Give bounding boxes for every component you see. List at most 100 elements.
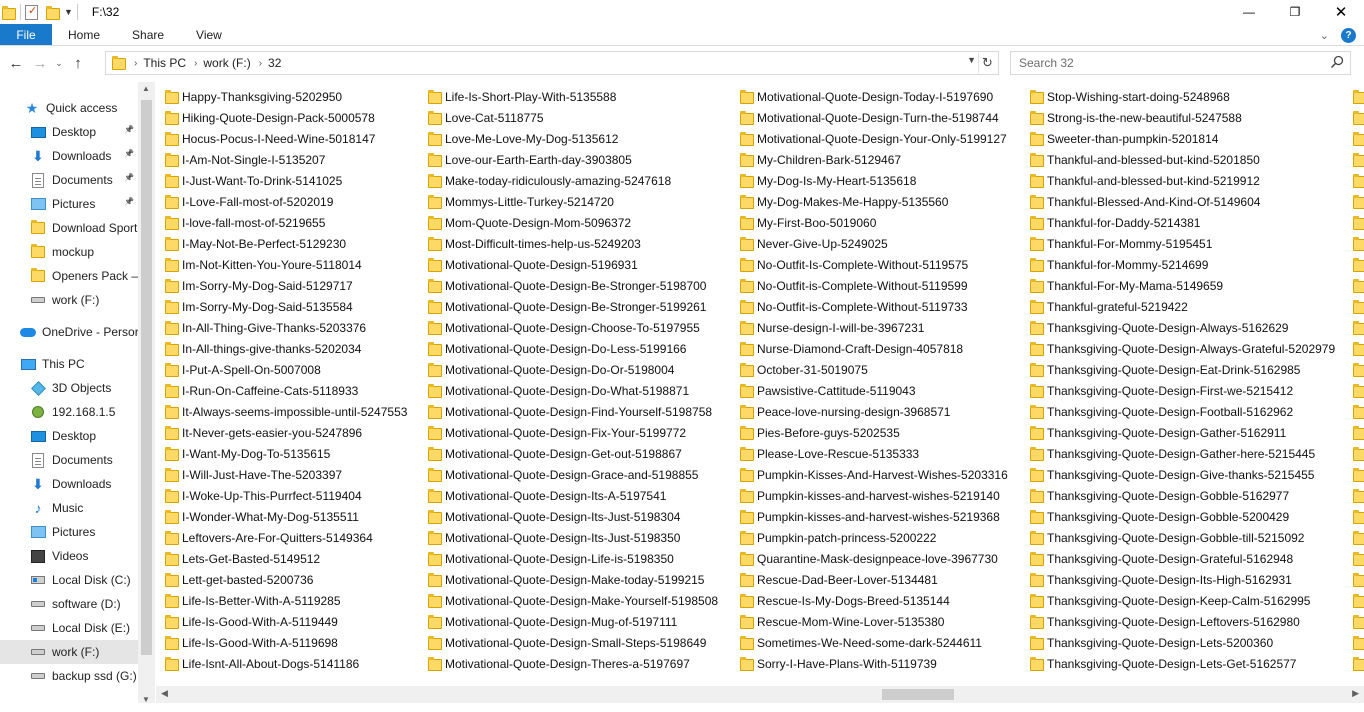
address-history-chevron-icon[interactable]: ▼ (967, 55, 976, 65)
folder-item[interactable]: Stop-Wishing-start-doing-5248968 (1021, 86, 1335, 107)
breadcrumb-chevron-icon[interactable]: › (134, 58, 137, 69)
up-button[interactable]: ↑ (66, 51, 90, 75)
sidebar-item[interactable]: 192.168.1.5 (0, 400, 138, 424)
folder-item[interactable]: Quarantine-Mask-designpeace-love-3967730 (731, 548, 1008, 569)
folder-item[interactable] (1344, 443, 1364, 464)
folder-item[interactable]: Peace-love-nursing-design-3968571 (731, 401, 1008, 422)
folder-item[interactable]: Rescue-Mom-Wine-Lover-5135380 (731, 611, 1008, 632)
maximize-button[interactable]: ❐ (1272, 0, 1318, 24)
sidebar-item[interactable]: ♪ Music (0, 496, 138, 520)
folder-item[interactable]: My-First-Boo-5019060 (731, 212, 1008, 233)
folder-item[interactable]: Thankful-grateful-5219422 (1021, 296, 1335, 317)
folder-item[interactable] (1344, 212, 1364, 233)
folder-item[interactable]: Thanksgiving-Quote-Design-Lets-5200360 (1021, 632, 1335, 653)
folder-item[interactable] (1344, 653, 1364, 674)
breadcrumb-work-drive[interactable]: work (F:) (203, 56, 250, 70)
folder-item[interactable]: Mommys-Little-Turkey-5214720 (419, 191, 718, 212)
folder-item[interactable] (1344, 590, 1364, 611)
folder-item[interactable]: Sweeter-than-pumpkin-5201814 (1021, 128, 1335, 149)
tab-home[interactable]: Home (52, 24, 116, 45)
folder-item[interactable]: Life-Is-Good-With-A-5119449 (156, 611, 407, 632)
folder-item[interactable]: Thankful-and-blessed-but-kind-5201850 (1021, 149, 1335, 170)
folder-item[interactable]: Pumpkin-Kisses-And-Harvest-Wishes-520331… (731, 464, 1008, 485)
folder-item[interactable]: Most-Difficult-times-help-us-5249203 (419, 233, 718, 254)
scrollbar-thumb[interactable] (141, 100, 152, 655)
sidebar-item[interactable]: backup ssd (G:) (0, 664, 138, 688)
breadcrumb-current-folder[interactable]: 32 (268, 56, 281, 70)
folder-item[interactable]: Motivational-Quote-Design-Its-Just-51983… (419, 506, 718, 527)
folder-item[interactable]: Motivational-Quote-Design-Its-Just-51983… (419, 527, 718, 548)
folder-item[interactable]: Motivational-Quote-Design-Choose-To-5197… (419, 317, 718, 338)
folder-item[interactable]: Motivational-Quote-Design-Its-A-5197541 (419, 485, 718, 506)
folder-item[interactable]: Motivational-Quote-Design-Make-today-519… (419, 569, 718, 590)
recent-locations-chevron-icon[interactable]: ⌄ (52, 51, 66, 75)
folder-item[interactable] (1344, 611, 1364, 632)
folder-item[interactable]: I-Wonder-What-My-Dog-5135511 (156, 506, 407, 527)
folder-item[interactable] (1344, 149, 1364, 170)
folder-item[interactable] (1344, 233, 1364, 254)
folder-item[interactable]: I-Just-Want-To-Drink-5141025 (156, 170, 407, 191)
folder-item[interactable]: Thanksgiving-Quote-Design-First-we-52154… (1021, 380, 1335, 401)
folder-item[interactable]: Motivational-Quote-Design-Do-Less-519916… (419, 338, 718, 359)
sidebar-item[interactable]: work (F:) (0, 288, 138, 312)
folder-item[interactable] (1344, 254, 1364, 275)
customize-toolbar-chevron-icon[interactable]: ▼ (64, 7, 73, 17)
folder-item[interactable]: Mom-Quote-Design-Mom-5096372 (419, 212, 718, 233)
folder-item[interactable]: October-31-5019075 (731, 359, 1008, 380)
folder-item[interactable]: Thanksgiving-Quote-Design-Its-High-51629… (1021, 569, 1335, 590)
folder-item[interactable] (1344, 569, 1364, 590)
folder-item[interactable]: Thanksgiving-Quote-Design-Gather-here-52… (1021, 443, 1335, 464)
folder-item[interactable]: Pies-Before-guys-5202535 (731, 422, 1008, 443)
sidebar-item[interactable]: Openers Pack – \ (0, 264, 138, 288)
folder-item[interactable]: My-Dog-Is-My-Heart-5135618 (731, 170, 1008, 191)
folder-item[interactable]: Please-Love-Rescue-5135333 (731, 443, 1008, 464)
scrollbar-thumb[interactable] (882, 689, 954, 700)
folder-item[interactable]: Nurse-Diamond-Craft-Design-4057818 (731, 338, 1008, 359)
sidebar-item[interactable]: This PC (0, 352, 138, 376)
folder-item[interactable]: Thankful-and-blessed-but-kind-5219912 (1021, 170, 1335, 191)
folder-item[interactable]: Thanksgiving-Quote-Design-Give-thanks-52… (1021, 464, 1335, 485)
folder-item[interactable]: Thanksgiving-Quote-Design-Eat-Drink-5162… (1021, 359, 1335, 380)
folder-item[interactable]: Motivational-Quote-Design-Do-What-519887… (419, 380, 718, 401)
folder-item[interactable]: No-Outfit-is-Complete-Without-5119733 (731, 296, 1008, 317)
folder-item[interactable]: Thanksgiving-Quote-Design-Gobble-5200429 (1021, 506, 1335, 527)
refresh-icon[interactable]: ↻ (978, 53, 996, 73)
folder-item[interactable]: Life-Is-Good-With-A-5119698 (156, 632, 407, 653)
search-input[interactable]: Search 32 (1010, 51, 1351, 75)
folder-item[interactable]: Motivational-Quote-Design-Be-Stronger-51… (419, 296, 718, 317)
forward-button[interactable]: → (28, 51, 52, 75)
back-button[interactable]: ← (4, 51, 28, 75)
folder-item[interactable]: My-Dog-Makes-Me-Happy-5135560 (731, 191, 1008, 212)
folder-item[interactable]: Happy-Thanksgiving-5202950 (156, 86, 407, 107)
folder-item[interactable]: Pumpkin-kisses-and-harvest-wishes-521936… (731, 506, 1008, 527)
breadcrumb-chevron-icon[interactable]: › (194, 58, 197, 69)
folder-item[interactable]: Love-Me-Love-My-Dog-5135612 (419, 128, 718, 149)
scroll-right-icon[interactable]: ▶ (1352, 688, 1359, 699)
folder-item[interactable] (1344, 548, 1364, 569)
folder-item[interactable]: Thankful-For-Mommy-5195451 (1021, 233, 1335, 254)
sidebar-item[interactable]: OneDrive - Persor (0, 320, 138, 344)
sidebar-item[interactable]: Pictures 📌 (0, 192, 138, 216)
folder-item[interactable] (1344, 485, 1364, 506)
folder-item[interactable]: Thankful-Blessed-And-Kind-Of-5149604 (1021, 191, 1335, 212)
folder-item[interactable]: Thanksgiving-Quote-Design-Gobble-till-52… (1021, 527, 1335, 548)
sidebar-item[interactable]: ⬇ Downloads (0, 472, 138, 496)
sidebar-item[interactable]: Documents 📌 (0, 168, 138, 192)
sidebar-item[interactable]: ⬇ Downloads 📌 (0, 144, 138, 168)
folder-item[interactable]: Nurse-design-I-will-be-3967231 (731, 317, 1008, 338)
folder-item[interactable]: Thanksgiving-Quote-Design-Leftovers-5162… (1021, 611, 1335, 632)
folder-item[interactable]: No-Outfit-Is-Complete-Without-5119575 (731, 254, 1008, 275)
folder-item[interactable]: Rescue-Dad-Beer-Lover-5134481 (731, 569, 1008, 590)
folder-item[interactable]: Pumpkin-kisses-and-harvest-wishes-521914… (731, 485, 1008, 506)
sidebar-item[interactable]: Desktop 📌 (0, 120, 138, 144)
folder-item[interactable] (1344, 401, 1364, 422)
folder-item[interactable]: Thanksgiving-Quote-Design-Always-Gratefu… (1021, 338, 1335, 359)
help-icon[interactable]: ? (1341, 27, 1356, 43)
folder-item[interactable]: Hiking-Quote-Design-Pack-5000578 (156, 107, 407, 128)
folder-item[interactable]: I-love-fall-most-of-5219655 (156, 212, 407, 233)
folder-item[interactable]: Rescue-Is-My-Dogs-Breed-5135144 (731, 590, 1008, 611)
sidebar-item[interactable]: Pictures (0, 520, 138, 544)
folder-item[interactable]: In-All-Thing-Give-Thanks-5203376 (156, 317, 407, 338)
folder-item[interactable]: Thanksgiving-Quote-Design-Keep-Calm-5162… (1021, 590, 1335, 611)
sidebar-item[interactable]: software (D:) (0, 592, 138, 616)
